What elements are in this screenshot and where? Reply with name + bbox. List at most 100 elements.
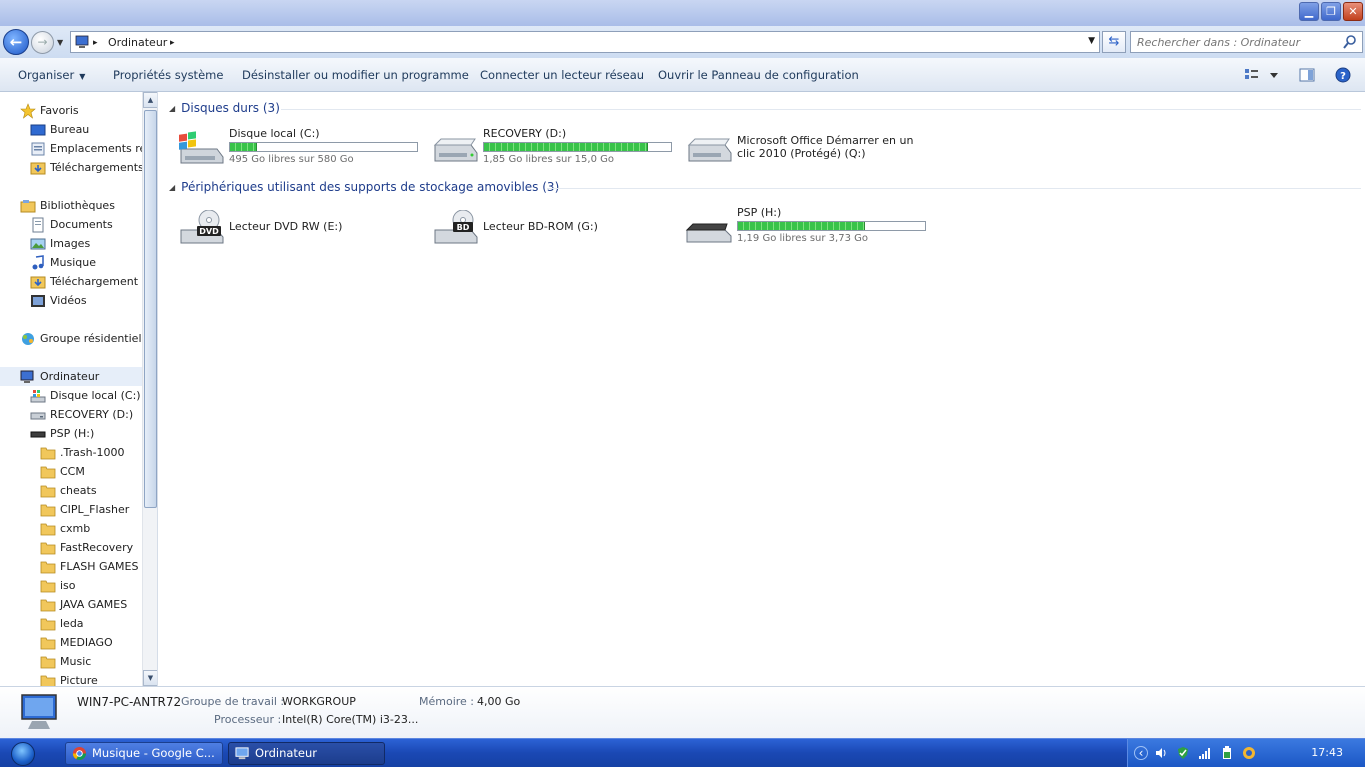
group-title: Disques durs (3) <box>181 101 280 115</box>
forward-button[interactable]: → <box>31 31 54 54</box>
nav-folder-item[interactable]: iso <box>40 576 76 595</box>
drive-name: Lecteur BD-ROM (G:) <box>483 220 598 233</box>
nav-item-images[interactable]: Images <box>30 234 90 253</box>
uninstall-program-button[interactable]: Désinstaller ou modifier un programme <box>242 68 469 82</box>
app-tray-icon[interactable] <box>1242 746 1256 760</box>
organize-menu[interactable]: Organiser ▼ <box>18 68 85 82</box>
network-signal-icon[interactable] <box>1198 746 1212 760</box>
search-input[interactable] <box>1137 34 1337 50</box>
folder-icon <box>40 485 56 497</box>
nav-folder-item[interactable]: leda <box>40 614 84 633</box>
nav-drive-c[interactable]: Disque local (C:) <box>30 386 141 405</box>
processor-label: Processeur : <box>214 713 282 726</box>
power-icon[interactable] <box>1220 746 1234 760</box>
nav-item-desktop[interactable]: Bureau <box>30 120 89 139</box>
nav-folder-item[interactable]: CIPL_Flasher <box>40 500 129 519</box>
nav-label: Bibliothèques <box>40 199 115 212</box>
main-content[interactable]: ◢ Disques durs (3) Disque local (C:) 495… <box>159 92 1365 686</box>
nav-folder-item[interactable]: Music <box>40 652 91 671</box>
breadcrumb-separator[interactable]: ▸ <box>93 35 98 51</box>
nav-drive-d[interactable]: RECOVERY (D:) <box>30 405 133 424</box>
nav-item-downloads-lib[interactable]: Téléchargement <box>30 272 138 291</box>
nav-item-videos[interactable]: Vidéos <box>30 291 87 310</box>
recent-pages-dropdown[interactable]: ▼ <box>57 38 63 47</box>
folder-icon <box>40 580 56 592</box>
nav-label: Picture <box>60 674 98 686</box>
preview-pane-button[interactable] <box>1299 67 1315 86</box>
nav-libraries[interactable]: Bibliothèques <box>20 196 115 215</box>
start-button[interactable] <box>5 739 41 767</box>
computer-icon <box>20 370 34 383</box>
drive-tile-d[interactable]: RECOVERY (D:) 1,85 Go libres sur 15,0 Go <box>431 127 681 169</box>
nav-favorites[interactable]: Favoris <box>20 101 79 120</box>
security-shield-icon[interactable] <box>1176 746 1190 760</box>
group-header-hard-disks[interactable]: ◢ Disques durs (3) <box>169 101 280 115</box>
maximize-button[interactable]: ❐ <box>1321 2 1341 21</box>
taskbar-item-computer[interactable]: Ordinateur <box>228 742 385 765</box>
nav-label: RECOVERY (D:) <box>50 408 134 421</box>
nav-folder-item[interactable]: cheats <box>40 481 97 500</box>
clock[interactable]: 17:43 <box>1311 746 1343 759</box>
drive-tile-c[interactable]: Disque local (C:) 495 Go libres sur 580 … <box>177 127 427 169</box>
hard-drive-icon <box>30 412 46 419</box>
volume-icon[interactable] <box>1154 746 1168 760</box>
close-button[interactable]: ✕ <box>1343 2 1363 21</box>
nav-scrollbar[interactable]: ▲ ▼ <box>142 92 157 686</box>
nav-folder-item[interactable]: .Trash-1000 <box>40 443 125 462</box>
breadcrumb-separator[interactable]: ▸ <box>170 35 175 51</box>
change-view-button[interactable] <box>1244 67 1278 86</box>
nav-homegroup[interactable]: Groupe résidentiel <box>20 329 142 348</box>
removable-drive-icon <box>685 223 732 243</box>
address-bar[interactable]: ▸ Ordinateur ▸ ▼ <box>70 31 1100 53</box>
navigation-pane[interactable]: Favoris Bureau Emplacements réce Télécha… <box>0 92 158 686</box>
disk-usage-fill <box>230 143 258 151</box>
homegroup-icon <box>22 332 34 345</box>
address-dropdown-icon[interactable]: ▼ <box>1088 36 1095 46</box>
nav-folder-item[interactable]: Picture <box>40 671 98 686</box>
nav-folder-item[interactable]: CCM <box>40 462 85 481</box>
scroll-up-button[interactable]: ▲ <box>143 92 157 108</box>
drive-tile-e[interactable]: DVD Lecteur DVD RW (E:) <box>177 206 427 248</box>
nav-label: PSP (H:) <box>50 427 95 440</box>
minimize-button[interactable]: ▁ <box>1299 2 1319 21</box>
help-button[interactable]: ? <box>1335 67 1351 86</box>
open-control-panel-button[interactable]: Ouvrir le Panneau de configuration <box>658 68 859 82</box>
nav-drive-h[interactable]: PSP (H:) <box>30 424 94 443</box>
search-box[interactable] <box>1130 31 1363 53</box>
nav-folder-item[interactable]: JAVA GAMES <box>40 595 127 614</box>
nav-folder-item[interactable]: FLASH GAMES <box>40 557 138 576</box>
back-button[interactable]: ← <box>3 29 29 55</box>
drive-free-space: 1,85 Go libres sur 15,0 Go <box>483 154 614 165</box>
desktop-icon <box>30 124 46 135</box>
map-network-drive-button[interactable]: Connecter un lecteur réseau <box>480 68 644 82</box>
scroll-down-button[interactable]: ▼ <box>143 670 157 686</box>
refresh-button[interactable]: ⇆ <box>1102 31 1126 53</box>
computer-name: WIN7-PC-ANTR72 <box>77 695 182 709</box>
nav-folder-item[interactable]: cxmb <box>40 519 90 538</box>
nav-folder-item[interactable]: MEDIAGO <box>40 633 113 652</box>
folder-icon <box>40 523 56 535</box>
collapse-triangle-icon[interactable]: ◢ <box>169 104 175 113</box>
computer-icon <box>235 747 249 760</box>
nav-item-recent-places[interactable]: Emplacements réce <box>30 139 157 158</box>
breadcrumb-computer[interactable]: Ordinateur <box>108 35 167 51</box>
show-hidden-icons-button[interactable]: ‹ <box>1134 746 1148 760</box>
taskbar-item-chrome[interactable]: Musique - Google C... <box>65 742 223 765</box>
group-divider <box>547 188 1361 189</box>
nav-item-downloads[interactable]: Téléchargements <box>30 158 144 177</box>
drive-tile-g[interactable]: BD Lecteur BD-ROM (G:) <box>431 206 681 248</box>
collapse-triangle-icon[interactable]: ◢ <box>169 183 175 192</box>
nav-item-documents[interactable]: Documents <box>30 215 113 234</box>
nav-label: Documents <box>50 218 113 231</box>
drive-tile-q[interactable]: Microsoft Office Démarrer en un clic 201… <box>685 127 935 169</box>
scroll-thumb[interactable] <box>144 110 157 508</box>
window-title-bar[interactable]: ▁ ❐ ✕ <box>0 0 1365 26</box>
group-header-removable[interactable]: ◢ Périphériques utilisant des supports d… <box>169 180 559 194</box>
nav-item-music[interactable]: Musique <box>30 253 96 272</box>
system-properties-button[interactable]: Propriétés système <box>113 68 223 82</box>
nav-folder-item[interactable]: FastRecovery <box>40 538 133 557</box>
drive-tile-h[interactable]: PSP (H:) 1,19 Go libres sur 3,73 Go <box>685 206 935 248</box>
drive-name: PSP (H:) <box>737 206 782 219</box>
nav-computer[interactable]: Ordinateur <box>0 367 142 386</box>
organize-label: Organiser <box>18 68 75 82</box>
